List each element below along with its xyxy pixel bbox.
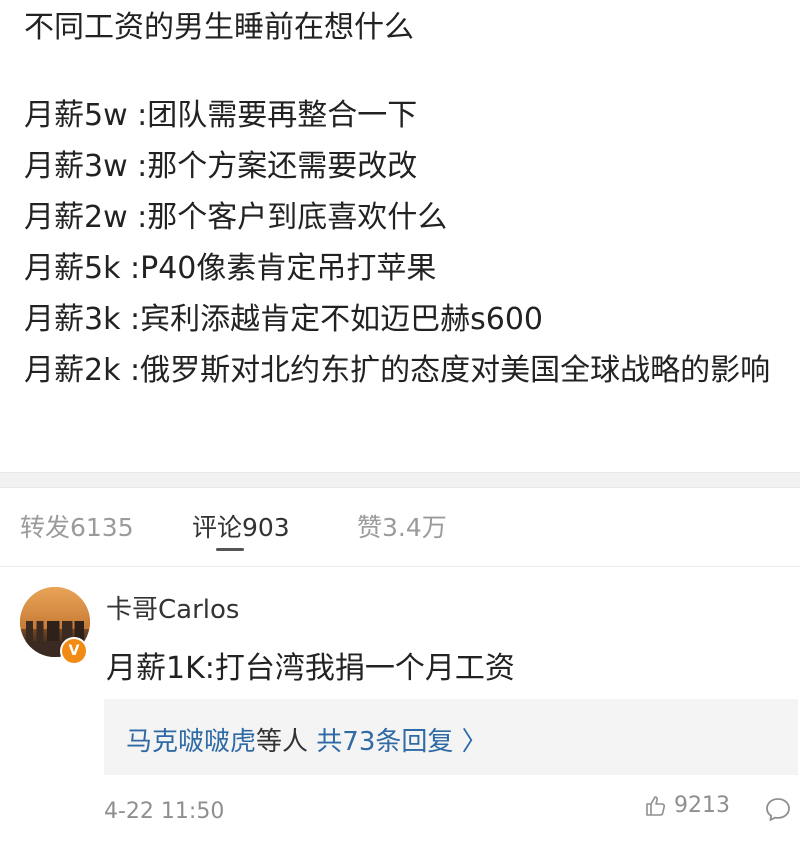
thumbs-up-icon — [646, 795, 666, 816]
reply-count-link[interactable]: 共73条回复 — [316, 727, 453, 757]
comment-text: 月薪1K:打台湾我捐一个月工资 — [106, 651, 515, 686]
reply-user-link[interactable]: 马克啵啵虎 — [126, 727, 256, 757]
tab-comments[interactable]: 评论903 — [192, 508, 290, 544]
replies-summary: 马克啵啵虎等人 共73条回复 〉 — [126, 721, 488, 758]
post-line: 月薪5k :P40像素肯定吊打苹果 — [24, 251, 437, 286]
post-title: 不同工资的男生睡前在想什么 — [24, 10, 414, 45]
post-line: 月薪5w :团队需要再整合一下 — [24, 98, 418, 133]
post-line: 月薪3k :宾利添越肯定不如迈巴赫s600 — [24, 302, 543, 337]
replies-preview[interactable]: 马克啵啵虎等人 共73条回复 〉 — [104, 699, 798, 775]
post-line: 月薪2w :那个客户到底喜欢什么 — [24, 200, 448, 235]
like-button[interactable]: 9213 — [644, 793, 730, 818]
like-count: 9213 — [674, 793, 730, 818]
comment-username[interactable]: 卡哥Carlos — [106, 589, 239, 626]
comment-timestamp: 4-22 11:50 — [104, 799, 225, 824]
interaction-tabs: 转发6135 评论903 赞3.4万 — [0, 488, 800, 567]
speech-bubble-icon[interactable] — [764, 795, 792, 823]
section-divider — [0, 472, 800, 488]
tab-repost[interactable]: 转发6135 — [20, 508, 134, 544]
post-line: 月薪2k :俄罗斯对北约东扩的态度对美国全球战略的影响 — [24, 353, 771, 388]
post-body: 不同工资的男生睡前在想什么 月薪5w :团队需要再整合一下 月薪3w :那个方案… — [0, 0, 800, 472]
chevron-right-icon: 〉 — [461, 727, 488, 757]
tab-likes[interactable]: 赞3.4万 — [357, 508, 447, 544]
comment-item: V 卡哥Carlos 月薪1K:打台湾我捐一个月工资 马克啵啵虎等人 共73条回… — [0, 567, 800, 847]
verified-badge-icon: V — [60, 637, 88, 665]
active-tab-indicator — [216, 548, 244, 551]
reply-mid-text: 等人 — [256, 727, 309, 757]
post-line: 月薪3w :那个方案还需要改改 — [24, 149, 418, 184]
